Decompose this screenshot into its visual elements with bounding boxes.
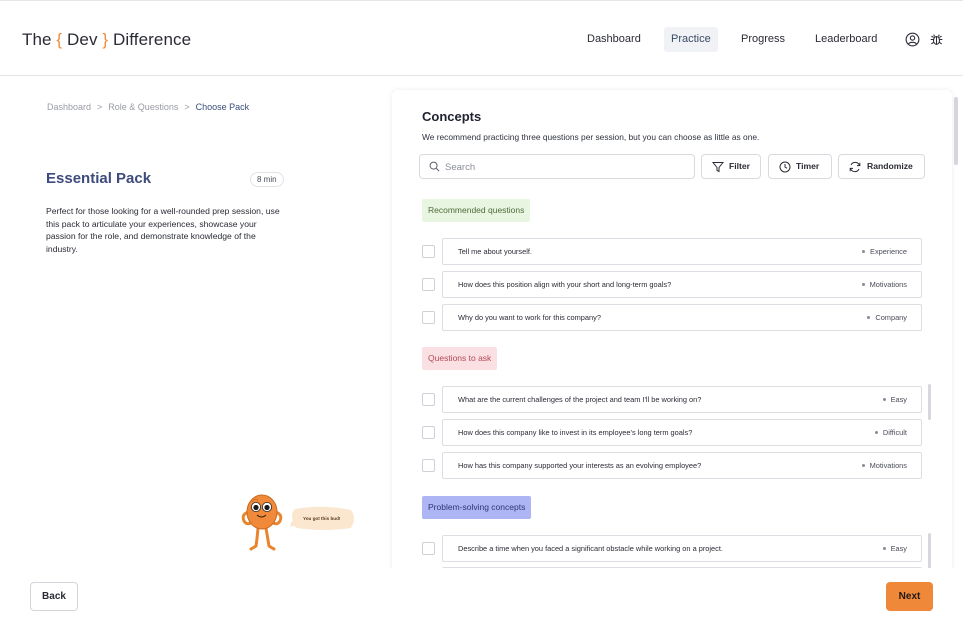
- question-text: What are the current challenges of the p…: [458, 395, 702, 404]
- breadcrumb-dashboard[interactable]: Dashboard: [47, 102, 91, 112]
- question-checkbox[interactable]: [422, 426, 435, 439]
- breadcrumb: Dashboard > Role & Questions > Choose Pack: [47, 102, 249, 112]
- footer-bar: Back Next: [0, 568, 963, 623]
- question-row[interactable]: How does this company like to invest in …: [442, 419, 922, 446]
- next-button[interactable]: Next: [886, 582, 933, 611]
- question-row[interactable]: How does this position align with your s…: [442, 271, 922, 298]
- question-category: Easy: [882, 544, 907, 553]
- question-category: Easy: [882, 395, 907, 404]
- bug-icon[interactable]: [929, 32, 944, 47]
- question-checkbox[interactable]: [422, 459, 435, 472]
- logo-brace-close: }: [102, 30, 109, 49]
- question-category: Motivations: [861, 461, 907, 470]
- section-scrollbar[interactable]: [928, 384, 931, 420]
- timer-button[interactable]: Timer: [768, 154, 832, 179]
- question-checkbox[interactable]: [422, 393, 435, 406]
- section-scrollbar[interactable]: [928, 533, 931, 569]
- section-tag-questions-to-ask: Questions to ask: [422, 347, 498, 370]
- category-dot-icon: [874, 430, 878, 434]
- concepts-subtitle: We recommend practicing three questions …: [422, 132, 760, 142]
- question-text: How has this company supported your inte…: [458, 461, 702, 470]
- orange-mascot-illustration: [241, 494, 283, 551]
- category-dot-icon: [861, 463, 865, 467]
- nav-practice[interactable]: Practice: [664, 27, 718, 52]
- concepts-title: Concepts: [422, 109, 482, 124]
- search-box[interactable]: [419, 154, 695, 179]
- breadcrumb-choose-pack: Choose Pack: [195, 102, 250, 112]
- pack-title: Essential Pack: [46, 170, 152, 187]
- nav-progress[interactable]: Progress: [734, 27, 792, 52]
- logo-word-difference: Difference: [113, 30, 192, 49]
- category-dot-icon: [882, 546, 886, 550]
- question-checkbox[interactable]: [422, 542, 435, 555]
- mascot-speech-text: You got this bud!: [303, 516, 341, 521]
- nav-leaderboard[interactable]: Leaderboard: [808, 27, 884, 52]
- search-input[interactable]: [445, 158, 685, 176]
- page-scrollbar[interactable]: [954, 97, 958, 165]
- logo-brace-open: {: [56, 30, 63, 49]
- category-dot-icon: [861, 282, 865, 286]
- question-category: Difficult: [874, 428, 907, 437]
- category-dot-icon: [862, 249, 866, 253]
- question-category: Motivations: [861, 280, 907, 289]
- category-dot-icon: [882, 397, 886, 401]
- question-row[interactable]: How has this company supported your inte…: [442, 452, 922, 479]
- user-circle-icon[interactable]: [905, 32, 920, 47]
- randomize-button-label: Randomize: [867, 161, 913, 171]
- category-label: Easy: [890, 395, 907, 404]
- breadcrumb-separator: >: [97, 102, 103, 112]
- question-row[interactable]: Why do you want to work for this company…: [442, 304, 922, 331]
- search-icon: [429, 161, 440, 172]
- nav-dashboard[interactable]: Dashboard: [580, 27, 648, 52]
- logo-word-the: The: [22, 30, 52, 49]
- randomize-button[interactable]: Randomize: [838, 154, 925, 179]
- breadcrumb-separator: >: [184, 102, 190, 112]
- app-logo[interactable]: The { Dev } Difference: [22, 30, 191, 50]
- question-row[interactable]: Describe a time when you faced a signifi…: [442, 535, 922, 562]
- category-label: Company: [875, 313, 907, 322]
- question-checkbox[interactable]: [422, 311, 435, 324]
- category-label: Experience: [870, 247, 907, 256]
- logo-word-dev: Dev: [67, 30, 98, 49]
- top-header: The { Dev } Difference Dashboard Practic…: [0, 0, 963, 76]
- question-text: Why do you want to work for this company…: [458, 313, 601, 322]
- category-label: Difficult: [882, 428, 907, 437]
- question-category: Experience: [862, 247, 907, 256]
- category-label: Motivations: [869, 461, 907, 470]
- pack-description: Perfect for those looking for a well-rou…: [46, 206, 280, 254]
- breadcrumb-role-questions[interactable]: Role & Questions: [108, 102, 178, 112]
- question-text: Tell me about yourself.: [458, 247, 532, 256]
- category-label: Motivations: [869, 280, 907, 289]
- refresh-icon: [849, 161, 861, 173]
- timer-button-label: Timer: [796, 161, 820, 171]
- section-tag-recommended: Recommended questions: [422, 199, 531, 222]
- question-checkbox[interactable]: [422, 278, 435, 291]
- filter-icon: [712, 162, 724, 173]
- concepts-card: Concepts We recommend practicing three q…: [392, 90, 952, 580]
- question-text: Describe a time when you faced a signifi…: [458, 544, 723, 553]
- filter-button-label: Filter: [729, 161, 751, 171]
- category-dot-icon: [867, 315, 871, 319]
- question-row[interactable]: What are the current challenges of the p…: [442, 386, 922, 413]
- question-row[interactable]: Tell me about yourself. Experience: [442, 238, 922, 265]
- category-label: Easy: [890, 544, 907, 553]
- question-text: How does this position align with your s…: [458, 280, 672, 289]
- question-text: How does this company like to invest in …: [458, 428, 693, 437]
- pack-duration-badge: 8 min: [250, 172, 284, 187]
- section-tag-problem-solving: Problem-solving concepts: [422, 496, 532, 519]
- clock-icon: [779, 161, 791, 173]
- question-category: Company: [867, 313, 907, 322]
- back-button[interactable]: Back: [30, 582, 78, 611]
- question-checkbox[interactable]: [422, 245, 435, 258]
- filter-button[interactable]: Filter: [701, 154, 761, 179]
